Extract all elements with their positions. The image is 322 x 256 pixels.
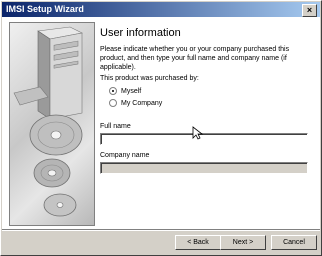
next-button[interactable]: Next > [220, 235, 266, 250]
purchased-by-label: This product was purchased by: [100, 75, 199, 82]
window-title: IMSI Setup Wizard [6, 4, 84, 14]
company-name-label: Company name [100, 152, 150, 159]
page-title: User information [100, 27, 181, 39]
full-name-field[interactable] [100, 133, 308, 145]
radio-my-company-label[interactable]: My Company [121, 100, 162, 107]
computer-and-discs-illustration [13, 26, 83, 217]
button-separator [2, 229, 320, 231]
close-button[interactable]: × [302, 4, 317, 17]
title-bar[interactable]: IMSI Setup Wizard × [2, 2, 320, 17]
radio-myself[interactable]: Myself [109, 87, 141, 96]
wizard-content: User information Please indicate whether… [2, 17, 320, 229]
radio-button-icon[interactable] [109, 87, 117, 96]
back-button[interactable]: < Back [175, 235, 221, 250]
cancel-button[interactable]: Cancel [271, 235, 317, 250]
setup-wizard-window: IMSI Setup Wizard × User information Ple… [0, 0, 322, 256]
full-name-label: Full name [100, 123, 131, 130]
radio-myself-label[interactable]: Myself [121, 88, 141, 95]
page-description: Please indicate whether you or your comp… [100, 46, 290, 71]
radio-button-icon[interactable] [109, 99, 117, 108]
wizard-side-image [9, 22, 95, 226]
company-name-field [100, 162, 308, 174]
radio-my-company[interactable]: My Company [109, 99, 162, 108]
mouse-pointer-icon [192, 126, 204, 140]
